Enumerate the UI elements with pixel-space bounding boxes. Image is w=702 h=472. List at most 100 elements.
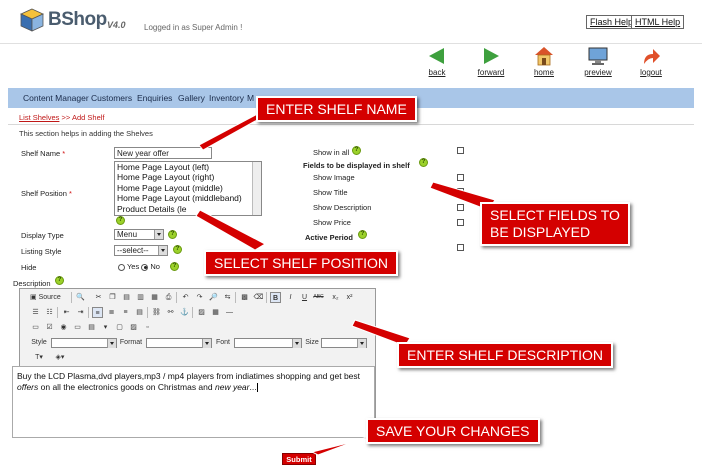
show-description-checkbox[interactable] <box>457 204 464 211</box>
shelf-position-listbox[interactable]: Home Page Layout (left) Home Page Layout… <box>114 161 262 216</box>
help-bulb-icon[interactable]: ? <box>352 146 361 155</box>
back-arrow-icon <box>429 48 444 64</box>
show-title-checkbox[interactable] <box>457 188 464 195</box>
logout-button[interactable]: logout <box>631 46 671 77</box>
bullet-list-icon[interactable]: ☷ <box>44 307 55 318</box>
show-image-label: Show Image <box>313 173 355 182</box>
breadcrumb-list-shelves[interactable]: List Shelves <box>19 113 59 122</box>
listbox-scrollbar[interactable] <box>252 162 261 215</box>
checkbox-icon[interactable]: ☑ <box>44 322 55 333</box>
size-select[interactable] <box>321 338 367 348</box>
format-select[interactable] <box>146 338 212 348</box>
select-field-icon[interactable]: ▾ <box>100 322 111 333</box>
shelf-name-label: Shelf Name * <box>21 149 66 158</box>
editor-content-area[interactable]: Buy the LCD Plasma,dvd players,mp3 / mp4… <box>12 366 375 438</box>
image-button-icon[interactable]: ▨ <box>128 322 139 333</box>
radio-icon[interactable]: ◉ <box>58 322 69 333</box>
help-bulb-icon[interactable]: ? <box>419 158 428 167</box>
back-button[interactable]: back <box>417 46 457 77</box>
active-period-checkbox[interactable] <box>457 244 464 251</box>
eraser-icon[interactable]: ⌫ <box>253 292 264 303</box>
outdent-icon[interactable]: ⇤ <box>61 307 72 318</box>
menu-item-customers[interactable]: Customers <box>91 93 132 103</box>
textfield-icon[interactable]: ▭ <box>72 322 83 333</box>
listing-style-select[interactable]: --select-- <box>114 245 168 256</box>
help-bulb-icon[interactable]: ? <box>358 230 367 239</box>
background-color-icon[interactable]: ◈▾ <box>51 352 69 363</box>
underline-icon[interactable]: U <box>299 292 310 303</box>
show-in-all-checkbox[interactable] <box>457 147 464 154</box>
copy-icon[interactable]: ❐ <box>107 292 118 303</box>
show-image-checkbox[interactable] <box>457 174 464 181</box>
select-all-icon[interactable]: ▩ <box>239 292 250 303</box>
display-type-select[interactable]: Menu <box>114 229 164 240</box>
bold-icon[interactable]: B <box>270 292 281 303</box>
align-center-icon[interactable]: ≣ <box>106 307 117 318</box>
editor-toolbar-row-2: ☰ ☷ ⇤ ⇥ ≡ ≣ ≡ ▤ ⛓ ⚯ ⚓ ▨ ▦ ― <box>21 307 374 321</box>
style-select[interactable] <box>51 338 117 348</box>
flash-help-link[interactable]: Flash Help <box>586 15 638 29</box>
subscript-icon[interactable]: x₂ <box>330 292 341 303</box>
align-left-icon[interactable]: ≡ <box>92 307 103 318</box>
chevron-down-icon <box>158 246 167 255</box>
numbered-list-icon[interactable]: ☰ <box>30 307 41 318</box>
preview-page-icon[interactable]: 🔍 <box>75 292 86 303</box>
image-icon[interactable]: ▨ <box>196 307 207 318</box>
help-bulb-icon[interactable]: ? <box>55 276 64 285</box>
menu-item-enquiries[interactable]: Enquiries <box>137 93 172 103</box>
help-bulb-icon[interactable]: ? <box>170 262 179 271</box>
menu-item-gallery[interactable]: Gallery <box>178 93 205 103</box>
hidden-field-icon[interactable]: ▫ <box>142 322 153 333</box>
list-item[interactable]: Home Page Layout (middle) <box>115 183 261 193</box>
menu-item-content-manager[interactable]: Content Manager <box>23 93 89 103</box>
italic-icon[interactable]: I <box>285 292 296 303</box>
submit-button[interactable]: Submit <box>282 453 316 465</box>
justify-icon[interactable]: ▤ <box>134 307 145 318</box>
home-button[interactable]: home <box>524 46 564 77</box>
menu-item-inventory[interactable]: Inventory <box>209 93 244 103</box>
forward-button[interactable]: forward <box>471 46 511 77</box>
paste-icon[interactable]: ▤ <box>121 292 132 303</box>
list-item[interactable]: Product Details (le <box>115 204 261 214</box>
horizontal-rule-icon[interactable]: ― <box>224 307 235 318</box>
help-bulb-icon[interactable]: ? <box>116 216 125 225</box>
indent-icon[interactable]: ⇥ <box>75 307 86 318</box>
table-icon[interactable]: ▦ <box>210 307 221 318</box>
list-item[interactable]: Home Page Layout (middleband) <box>115 193 261 203</box>
text-color-icon[interactable]: T▾ <box>30 352 48 363</box>
preview-button[interactable]: preview <box>578 46 618 77</box>
textarea-icon[interactable]: ▤ <box>86 322 97 333</box>
list-item[interactable]: Home Page Layout (left) <box>115 162 261 172</box>
font-select[interactable] <box>234 338 302 348</box>
hide-yes-radio[interactable] <box>118 263 125 271</box>
link-icon[interactable]: ⛓ <box>151 307 162 318</box>
form-icon[interactable]: ▭ <box>30 322 41 333</box>
undo-icon[interactable]: ↶ <box>180 292 191 303</box>
replace-icon[interactable]: ⇆ <box>222 292 233 303</box>
paste-text-icon[interactable]: ▥ <box>135 292 146 303</box>
redo-icon[interactable]: ↷ <box>194 292 205 303</box>
html-help-link[interactable]: HTML Help <box>631 15 685 29</box>
help-bulb-icon[interactable]: ? <box>173 245 182 254</box>
superscript-icon[interactable]: x² <box>344 292 355 303</box>
help-bulb-icon[interactable]: ? <box>168 230 177 239</box>
list-item[interactable]: Home Page Layout (right) <box>115 172 261 182</box>
home-icon <box>535 47 553 66</box>
anchor-icon[interactable]: ⚓ <box>179 307 190 318</box>
shelf-name-input[interactable]: New year offer <box>114 147 212 159</box>
cut-icon[interactable]: ✂ <box>93 292 104 303</box>
unlink-icon[interactable]: ⚯ <box>165 307 176 318</box>
print-icon[interactable]: ⎙ <box>163 292 174 303</box>
menu-item-more[interactable]: M <box>247 93 254 103</box>
show-price-checkbox[interactable] <box>457 219 464 226</box>
button-field-icon[interactable]: ▢ <box>114 322 125 333</box>
align-right-icon[interactable]: ≡ <box>120 307 131 318</box>
hide-no-radio[interactable] <box>141 263 149 271</box>
find-icon[interactable]: 🔎 <box>208 292 219 303</box>
strike-icon[interactable]: ABC <box>313 292 324 303</box>
paste-word-icon[interactable]: ▦ <box>149 292 160 303</box>
description-label: Description <box>13 279 51 288</box>
callout-select-shelf-position: SELECT SHELF POSITION <box>204 250 399 276</box>
source-button[interactable]: ▣ Source <box>30 292 68 303</box>
monitor-icon <box>588 47 608 65</box>
